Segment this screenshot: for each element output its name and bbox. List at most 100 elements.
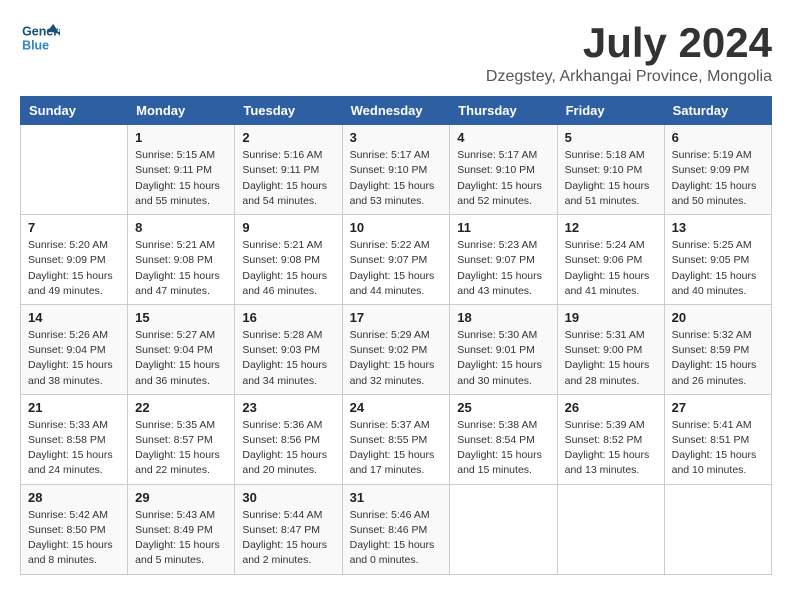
day-info: Sunrise: 5:23 AM Sunset: 9:07 PM Dayligh…	[457, 238, 549, 299]
day-info: Sunrise: 5:18 AM Sunset: 9:10 PM Dayligh…	[565, 148, 657, 209]
day-info: Sunrise: 5:17 AM Sunset: 9:10 PM Dayligh…	[350, 148, 443, 209]
day-info: Sunrise: 5:20 AM Sunset: 9:09 PM Dayligh…	[28, 238, 120, 299]
day-number: 20	[672, 310, 764, 325]
day-number: 6	[672, 130, 764, 145]
calendar-cell: 26 Sunrise: 5:39 AM Sunset: 8:52 PM Dayli…	[557, 394, 664, 484]
day-info: Sunrise: 5:19 AM Sunset: 9:09 PM Dayligh…	[672, 148, 764, 209]
calendar-cell: 21 Sunrise: 5:33 AM Sunset: 8:58 PM Dayli…	[21, 394, 128, 484]
day-info: Sunrise: 5:42 AM Sunset: 8:50 PM Dayligh…	[28, 508, 120, 569]
svg-text:Blue: Blue	[22, 39, 49, 53]
header-row: Sunday Monday Tuesday Wednesday Thursday…	[21, 97, 772, 125]
calendar-cell: 2 Sunrise: 5:16 AM Sunset: 9:11 PM Daylig…	[235, 125, 342, 215]
calendar-cell: 17 Sunrise: 5:29 AM Sunset: 9:02 PM Dayli…	[342, 304, 450, 394]
page-header: General Blue July 2024 Dzegstey, Arkhang…	[20, 20, 772, 86]
day-number: 27	[672, 400, 764, 415]
day-info: Sunrise: 5:46 AM Sunset: 8:46 PM Dayligh…	[350, 508, 443, 569]
day-number: 3	[350, 130, 443, 145]
day-number: 17	[350, 310, 443, 325]
day-number: 9	[242, 220, 334, 235]
day-info: Sunrise: 5:22 AM Sunset: 9:07 PM Dayligh…	[350, 238, 443, 299]
day-info: Sunrise: 5:32 AM Sunset: 8:59 PM Dayligh…	[672, 328, 764, 389]
day-info: Sunrise: 5:41 AM Sunset: 8:51 PM Dayligh…	[672, 418, 764, 479]
calendar-cell	[450, 484, 557, 574]
calendar-cell: 8Sunrise: 5:21 AM Sunset: 9:08 PM Daylig…	[128, 215, 235, 305]
day-number: 7	[28, 220, 120, 235]
day-number: 28	[28, 490, 120, 505]
day-number: 5	[565, 130, 657, 145]
day-number: 30	[242, 490, 334, 505]
header-monday: Monday	[128, 97, 235, 125]
day-info: Sunrise: 5:36 AM Sunset: 8:56 PM Dayligh…	[242, 418, 334, 479]
day-info: Sunrise: 5:35 AM Sunset: 8:57 PM Dayligh…	[135, 418, 227, 479]
calendar-cell: 13Sunrise: 5:25 AM Sunset: 9:05 PM Dayli…	[664, 215, 771, 305]
calendar-week-5: 28 Sunrise: 5:42 AM Sunset: 8:50 PM Dayli…	[21, 484, 772, 574]
day-number: 14	[28, 310, 120, 325]
title-block: July 2024 Dzegstey, Arkhangai Province, …	[486, 20, 772, 86]
day-number: 19	[565, 310, 657, 325]
calendar-cell: 20 Sunrise: 5:32 AM Sunset: 8:59 PM Dayli…	[664, 304, 771, 394]
calendar-cell: 30 Sunrise: 5:44 AM Sunset: 8:47 PM Dayli…	[235, 484, 342, 574]
day-number: 1	[135, 130, 227, 145]
day-info: Sunrise: 5:43 AM Sunset: 8:49 PM Dayligh…	[135, 508, 227, 569]
month-year-title: July 2024	[486, 20, 772, 66]
calendar-week-1: 1Sunrise: 5:15 AM Sunset: 9:11 PM Daylig…	[21, 125, 772, 215]
calendar-cell: 5 Sunrise: 5:18 AM Sunset: 9:10 PM Daylig…	[557, 125, 664, 215]
day-info: Sunrise: 5:16 AM Sunset: 9:11 PM Dayligh…	[242, 148, 334, 209]
day-number: 2	[242, 130, 334, 145]
day-number: 24	[350, 400, 443, 415]
day-info: Sunrise: 5:28 AM Sunset: 9:03 PM Dayligh…	[242, 328, 334, 389]
calendar-table: Sunday Monday Tuesday Wednesday Thursday…	[20, 96, 772, 574]
day-info: Sunrise: 5:21 AM Sunset: 9:08 PM Dayligh…	[135, 238, 227, 299]
day-info: Sunrise: 5:38 AM Sunset: 8:54 PM Dayligh…	[457, 418, 549, 479]
header-saturday: Saturday	[664, 97, 771, 125]
day-number: 25	[457, 400, 549, 415]
day-number: 21	[28, 400, 120, 415]
day-number: 29	[135, 490, 227, 505]
day-number: 26	[565, 400, 657, 415]
calendar-cell: 12 Sunrise: 5:24 AM Sunset: 9:06 PM Dayli…	[557, 215, 664, 305]
calendar-week-4: 21 Sunrise: 5:33 AM Sunset: 8:58 PM Dayli…	[21, 394, 772, 484]
calendar-week-3: 14 Sunrise: 5:26 AM Sunset: 9:04 PM Dayli…	[21, 304, 772, 394]
calendar-cell: 3 Sunrise: 5:17 AM Sunset: 9:10 PM Daylig…	[342, 125, 450, 215]
calendar-cell: 28 Sunrise: 5:42 AM Sunset: 8:50 PM Dayli…	[21, 484, 128, 574]
calendar-cell: 19Sunrise: 5:31 AM Sunset: 9:00 PM Dayli…	[557, 304, 664, 394]
day-number: 12	[565, 220, 657, 235]
calendar-cell	[664, 484, 771, 574]
day-number: 16	[242, 310, 334, 325]
header-tuesday: Tuesday	[235, 97, 342, 125]
day-info: Sunrise: 5:27 AM Sunset: 9:04 PM Dayligh…	[135, 328, 227, 389]
logo: General Blue	[20, 20, 60, 55]
day-info: Sunrise: 5:21 AM Sunset: 9:08 PM Dayligh…	[242, 238, 334, 299]
day-info: Sunrise: 5:26 AM Sunset: 9:04 PM Dayligh…	[28, 328, 120, 389]
header-wednesday: Wednesday	[342, 97, 450, 125]
day-info: Sunrise: 5:17 AM Sunset: 9:10 PM Dayligh…	[457, 148, 549, 209]
calendar-cell: 25 Sunrise: 5:38 AM Sunset: 8:54 PM Dayli…	[450, 394, 557, 484]
calendar-cell: 29 Sunrise: 5:43 AM Sunset: 8:49 PM Dayli…	[128, 484, 235, 574]
header-thursday: Thursday	[450, 97, 557, 125]
day-number: 15	[135, 310, 227, 325]
calendar-cell: 23 Sunrise: 5:36 AM Sunset: 8:56 PM Dayli…	[235, 394, 342, 484]
calendar-cell: 16 Sunrise: 5:28 AM Sunset: 9:03 PM Dayli…	[235, 304, 342, 394]
day-number: 31	[350, 490, 443, 505]
calendar-week-2: 7 Sunrise: 5:20 AM Sunset: 9:09 PM Daylig…	[21, 215, 772, 305]
day-info: Sunrise: 5:44 AM Sunset: 8:47 PM Dayligh…	[242, 508, 334, 569]
calendar-cell	[21, 125, 128, 215]
calendar-cell: 24Sunrise: 5:37 AM Sunset: 8:55 PM Dayli…	[342, 394, 450, 484]
day-info: Sunrise: 5:24 AM Sunset: 9:06 PM Dayligh…	[565, 238, 657, 299]
header-sunday: Sunday	[21, 97, 128, 125]
day-info: Sunrise: 5:33 AM Sunset: 8:58 PM Dayligh…	[28, 418, 120, 479]
day-info: Sunrise: 5:39 AM Sunset: 8:52 PM Dayligh…	[565, 418, 657, 479]
calendar-cell: 10Sunrise: 5:22 AM Sunset: 9:07 PM Dayli…	[342, 215, 450, 305]
calendar-cell: 4 Sunrise: 5:17 AM Sunset: 9:10 PM Daylig…	[450, 125, 557, 215]
day-number: 4	[457, 130, 549, 145]
day-info: Sunrise: 5:29 AM Sunset: 9:02 PM Dayligh…	[350, 328, 443, 389]
day-info: Sunrise: 5:25 AM Sunset: 9:05 PM Dayligh…	[672, 238, 764, 299]
calendar-cell: 1Sunrise: 5:15 AM Sunset: 9:11 PM Daylig…	[128, 125, 235, 215]
calendar-cell: 14 Sunrise: 5:26 AM Sunset: 9:04 PM Dayli…	[21, 304, 128, 394]
calendar-cell: 15 Sunrise: 5:27 AM Sunset: 9:04 PM Dayli…	[128, 304, 235, 394]
day-number: 11	[457, 220, 549, 235]
calendar-cell: 18Sunrise: 5:30 AM Sunset: 9:01 PM Dayli…	[450, 304, 557, 394]
calendar-cell	[557, 484, 664, 574]
day-number: 23	[242, 400, 334, 415]
calendar-cell: 31 Sunrise: 5:46 AM Sunset: 8:46 PM Dayli…	[342, 484, 450, 574]
